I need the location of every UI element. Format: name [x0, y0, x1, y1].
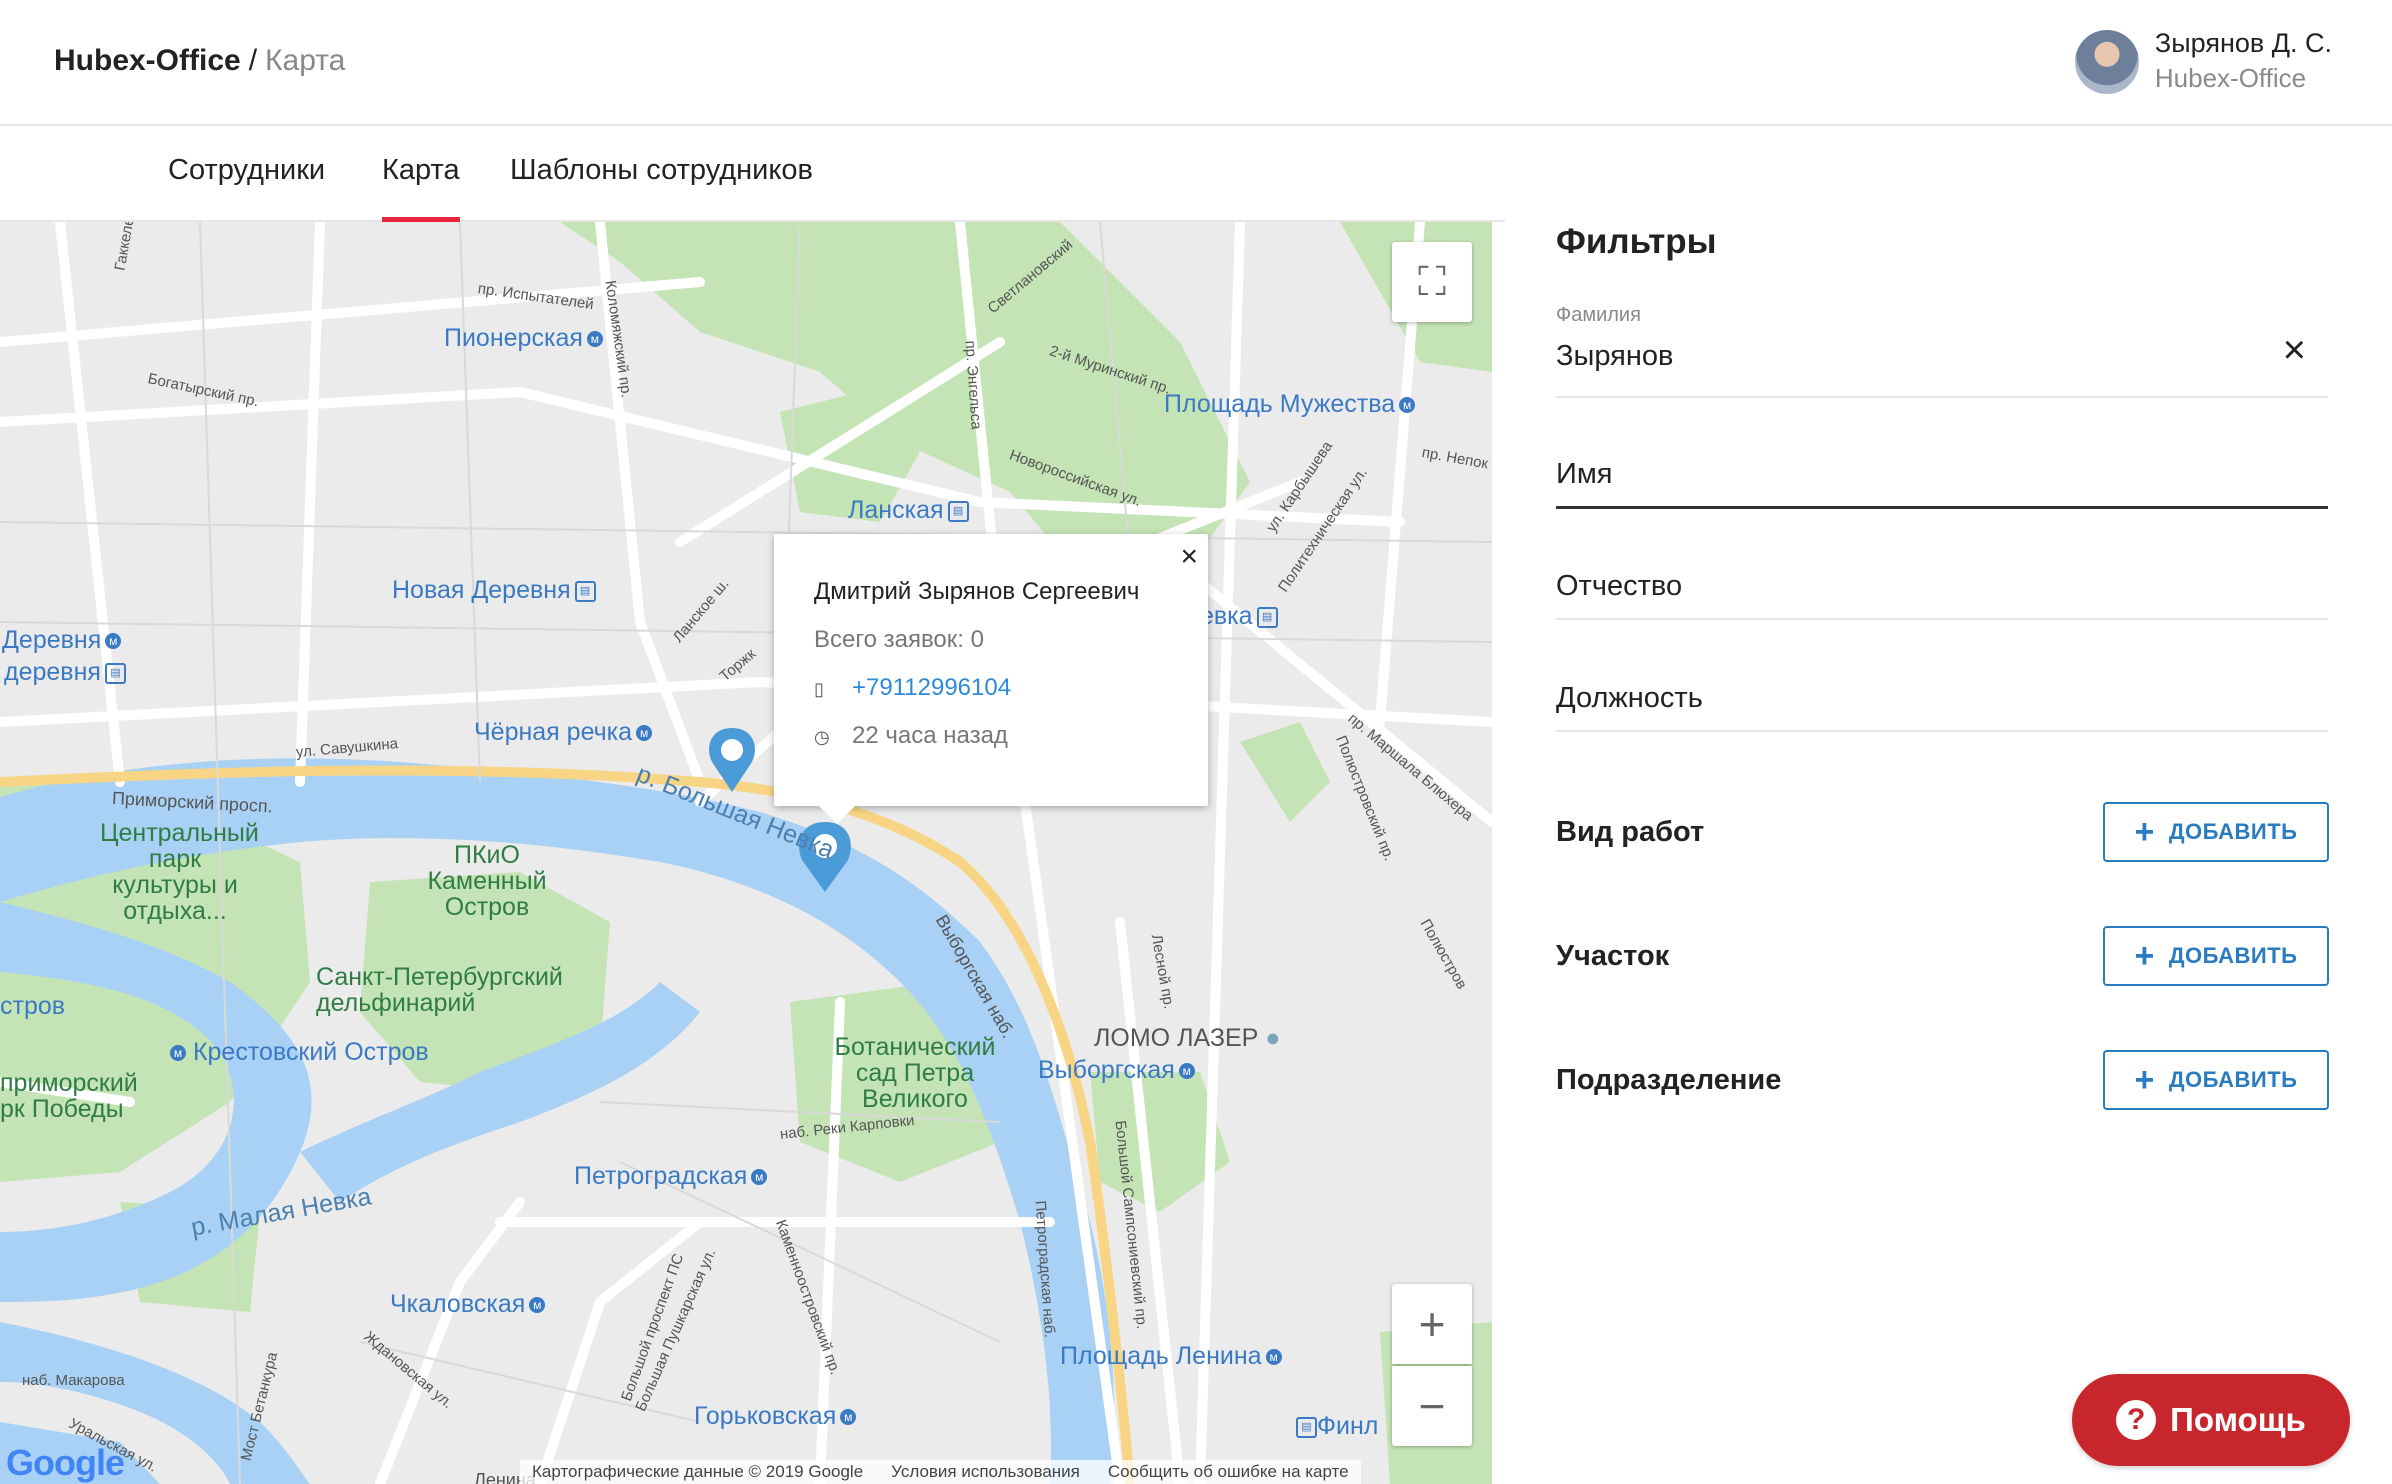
popup-close-button[interactable]: ×	[1180, 540, 1198, 574]
map-label-strov: стров	[0, 992, 66, 1020]
breadcrumb-separator: /	[248, 44, 258, 77]
map-label-novaya-derevnya: Новая Деревня ▤	[392, 576, 596, 605]
name-input[interactable]: Имя	[1556, 458, 1613, 491]
position-field[interactable]: Должность	[1556, 644, 2328, 732]
fullscreen-button[interactable]: ⛶	[1392, 242, 1472, 322]
clock-icon: ◷	[814, 727, 830, 747]
map-label-krestovsky: м Крестовский Остров	[166, 1038, 429, 1067]
employee-info-popup: × Дмитрий Зырянов Сергеевич Всего заявок…	[774, 534, 1208, 824]
help-button[interactable]: ? Помощь	[2072, 1374, 2350, 1466]
popup-phone-link[interactable]: +79112996104	[852, 674, 1011, 701]
patronymic-field[interactable]: Отчество	[1556, 532, 2328, 620]
patronymic-input[interactable]: Отчество	[1556, 570, 1682, 603]
work-type-label: Вид работ	[1556, 816, 1705, 848]
map-label-chkalovskaya: Чкаловская м	[390, 1290, 546, 1319]
area-label: Участок	[1556, 940, 1670, 972]
map-label-vyborgskaya: Выборгская м	[1038, 1056, 1195, 1085]
breadcrumb-app[interactable]: Hubex-Office	[54, 44, 241, 77]
popup-time-row: ◷ 22 часа назад	[814, 722, 1008, 750]
position-input[interactable]: Должность	[1556, 682, 1703, 715]
user-organization: Hubex-Office	[2154, 63, 2307, 93]
tab-bar: Сотрудники Карта Шаблоны сотрудников	[0, 124, 1505, 222]
popup-requests-count: Всего заявок: 0	[814, 626, 984, 653]
map-label-derevnya-rail: деревня ▤	[4, 658, 126, 687]
popup-employee-name: Дмитрий Зырянов Сергеевич	[814, 578, 1140, 605]
user-menu[interactable]: Зырянов Д. С. Hubex-Office	[2074, 28, 2332, 98]
map-terms-link[interactable]: Условия использования	[891, 1462, 1080, 1482]
add-department-label: ДОБАВИТЬ	[2168, 1067, 2298, 1092]
plus-icon: +	[2134, 1061, 2155, 1099]
map-footer: Картографические данные © 2019 Google Ус…	[520, 1460, 1361, 1484]
surname-label: Фамилия	[1556, 304, 1641, 326]
user-name: Зырянов Д. С.	[2154, 28, 2332, 58]
plus-icon: +	[2134, 813, 2155, 851]
map-label-primorsky-park: приморский рк Победы	[0, 1069, 138, 1123]
popup-last-seen: 22 часа назад	[852, 722, 1008, 749]
street-makarova: наб. Макарова	[22, 1372, 125, 1389]
fullscreen-icon: ⛶	[1418, 259, 1446, 304]
avatar[interactable]	[2074, 30, 2139, 94]
map-label-lomo: ЛОМО ЛАЗЕР ●	[1094, 1024, 1281, 1052]
map-label-petrogradskaya: Петроградская м	[574, 1162, 768, 1191]
phone-icon: ▯	[814, 679, 824, 699]
map-label-finl: ▤ Финл	[1292, 1412, 1378, 1441]
plus-icon: +	[2134, 937, 2155, 975]
zoom-out-button[interactable]: −	[1392, 1366, 1472, 1446]
help-label: Помощь	[2170, 1401, 2306, 1438]
google-logo: Google	[6, 1442, 125, 1483]
department-label: Подразделение	[1556, 1064, 1782, 1096]
add-area-label: ДОБАВИТЬ	[2168, 943, 2298, 968]
map-label-ploschad-lenina: Площадь Ленина м	[1060, 1342, 1282, 1371]
add-area-button[interactable]: + ДОБАВИТЬ	[2103, 926, 2329, 986]
map-label-derevnya: Деревня м	[2, 626, 122, 655]
filters-title: Фильтры	[1556, 222, 1717, 261]
map-report-link[interactable]: Сообщить об ошибке на карте	[1108, 1462, 1349, 1482]
zoom-in-button[interactable]: +	[1392, 1284, 1472, 1364]
map-view[interactable]: Пионерская м Площадь Мужества м Ланская ▤ Н…	[0, 222, 1492, 1484]
popup-phone-row: ▯ +79112996104	[814, 674, 1011, 702]
map-label-gorkovskaya: Горьковская м	[694, 1402, 857, 1431]
tab-employee-templates[interactable]: Шаблоны сотрудников	[510, 154, 813, 217]
clear-surname-icon[interactable]: ×	[2283, 328, 2306, 373]
surname-field[interactable]: Фамилия Зырянов ×	[1556, 304, 2328, 398]
map-label-botanic-garden: Ботанический сад Петра Великого	[834, 1033, 996, 1113]
top-bar: Hubex-Office / Карта Зырянов Д. С. Hubex-O…	[0, 0, 2392, 126]
map-label-park-kultury: Центральный парк культуры и отдыха...	[100, 819, 259, 925]
tab-employees[interactable]: Сотрудники	[168, 154, 325, 217]
plus-icon: +	[1418, 1298, 1446, 1350]
map-label-pkio: ПКиО Каменный Остров	[427, 841, 547, 921]
breadcrumb: Hubex-Office / Карта	[54, 44, 345, 78]
question-icon: ?	[2116, 1400, 2157, 1440]
map-label-chernaya-rechka: Чёрная речка м	[474, 718, 653, 747]
surname-input[interactable]: Зырянов	[1556, 340, 1673, 373]
map-copyright: Картографические данные © 2019 Google	[532, 1462, 864, 1481]
breadcrumb-page: Карта	[265, 44, 346, 77]
map-label-pionerskaya: Пионерская м	[444, 324, 603, 353]
map-label-vka: евка ▤	[1200, 602, 1278, 631]
map-label-lanskaya: Ланская ▤	[848, 496, 969, 525]
name-field[interactable]: Имя	[1556, 422, 2328, 509]
map-label-dolfinarium: Санкт-Петербургский дельфинарий	[316, 963, 563, 1017]
minus-icon: −	[1418, 1380, 1446, 1432]
tab-map[interactable]: Карта	[382, 154, 460, 222]
add-department-button[interactable]: + ДОБАВИТЬ	[2103, 1050, 2329, 1110]
add-work-type-button[interactable]: + ДОБАВИТЬ	[2103, 802, 2329, 862]
add-work-type-label: ДОБАВИТЬ	[2168, 819, 2298, 844]
map-label-ploschad-muzhestva: Площадь Мужества м	[1164, 390, 1416, 419]
